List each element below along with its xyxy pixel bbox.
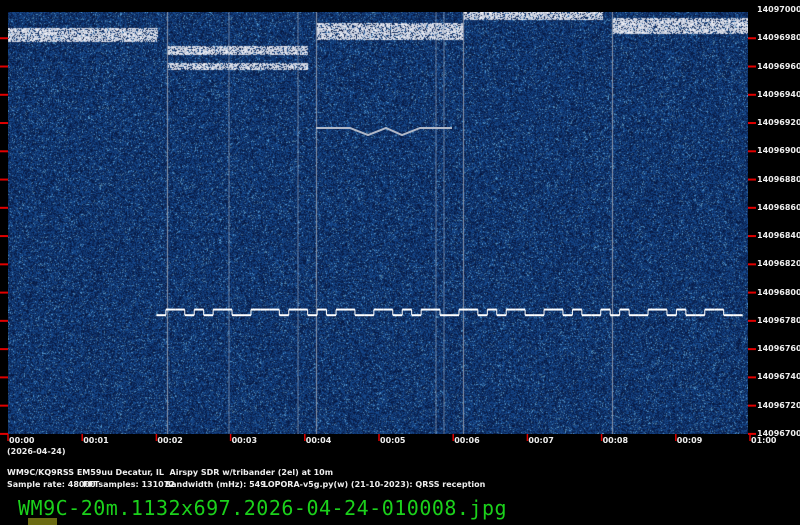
y-tick-label: 14096760 [757, 344, 800, 354]
x-tick-label: 00:04 [305, 436, 332, 445]
status-bar [28, 518, 57, 525]
x-tick-label: 00:05 [380, 436, 406, 445]
x-tick-label: 00:09 [676, 436, 703, 445]
y-tick-label: 14096820 [757, 259, 800, 269]
x-tick-label: 00:02 [157, 436, 183, 445]
y-tick-label: 14096840 [757, 231, 800, 241]
filename: WM9C-20m.1132x697.2026-04-24-010008.jpg [18, 496, 508, 520]
software-info: LOPORA-v5g.py(w) (21-10-2023): QRSS rece… [263, 480, 486, 489]
y-tick-label: 14096960 [757, 61, 800, 71]
y-tick-label: 14096900 [757, 146, 800, 156]
y-tick-label: 14097000 [757, 5, 800, 14]
station-info: WM9C/KQ9RSS EM59uu Decatur, IL Airspy SD… [7, 468, 334, 477]
x-tick-label: 00:01 [83, 436, 109, 445]
y-tick-label: 14096800 [757, 287, 800, 297]
fft-samples: FFTsamples: 131072 [83, 480, 175, 489]
y-tick-label: 14096980 [757, 33, 800, 43]
y-tick-label: 14096880 [757, 174, 800, 184]
x-tick-label: 00:08 [602, 436, 629, 445]
y-tick-label: 14096860 [757, 202, 800, 212]
x-tick-label: 00:07 [528, 436, 554, 445]
chart-overlay [0, 12, 756, 441]
x-tick-label: 00:00 [9, 436, 35, 445]
y-tick-label: 14096740 [757, 372, 800, 382]
x-tick-label: 00:06 [454, 436, 480, 445]
drift-trace [316, 126, 452, 137]
date-label: (2026-04-24) [7, 447, 66, 456]
x-tick-label: 00:03 [231, 436, 258, 445]
y-tick-label: 14096780 [757, 315, 800, 325]
y-tick-label: 14096940 [757, 89, 800, 99]
bandwidth: Bandwidth (mHz): 549 [165, 480, 266, 489]
y-tick-label: 14096720 [757, 400, 800, 410]
x-tick-label: 01:00 [751, 436, 777, 445]
y-tick-label: 14096920 [757, 118, 800, 128]
